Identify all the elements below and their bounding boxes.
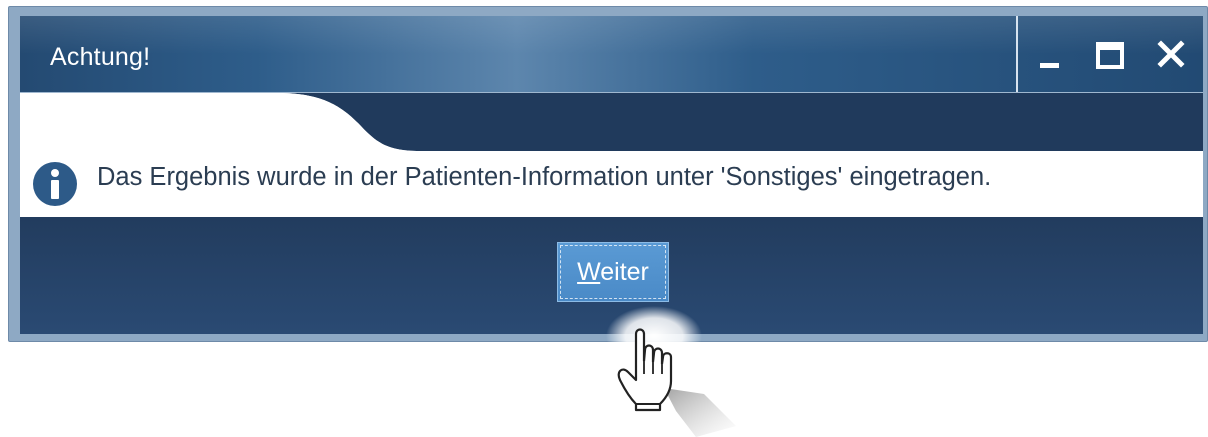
stage: Achtung! Das Ergebnis wurde in der Patie… bbox=[0, 0, 1208, 437]
message-area: Das Ergebnis wurde in der Patienten-Info… bbox=[20, 93, 1203, 217]
dialog-window: Achtung! Das Ergebnis wurde in der Patie… bbox=[8, 6, 1208, 342]
dialog-message: Das Ergebnis wurde in der Patienten-Info… bbox=[97, 163, 992, 191]
info-icon bbox=[33, 162, 77, 206]
title-divider bbox=[1016, 16, 1018, 92]
title-bar[interactable]: Achtung! bbox=[20, 16, 1203, 93]
minimize-button[interactable] bbox=[1033, 34, 1073, 74]
title-bar-sheen bbox=[20, 16, 1203, 54]
maximize-icon bbox=[1096, 42, 1124, 69]
close-button[interactable] bbox=[1151, 34, 1191, 74]
close-icon bbox=[1157, 40, 1185, 68]
header-wave-decoration bbox=[20, 93, 1203, 153]
hand-pointer-icon bbox=[606, 306, 736, 437]
maximize-button[interactable] bbox=[1091, 34, 1131, 74]
window-title: Achtung! bbox=[50, 43, 151, 71]
weiter-button-mnemonic: W bbox=[577, 258, 601, 286]
weiter-button-label: eiter bbox=[600, 258, 649, 286]
minimize-icon bbox=[1040, 63, 1059, 68]
weiter-button[interactable]: Weiter bbox=[557, 242, 669, 302]
dialog-body: Achtung! Das Ergebnis wurde in der Patie… bbox=[20, 16, 1203, 334]
